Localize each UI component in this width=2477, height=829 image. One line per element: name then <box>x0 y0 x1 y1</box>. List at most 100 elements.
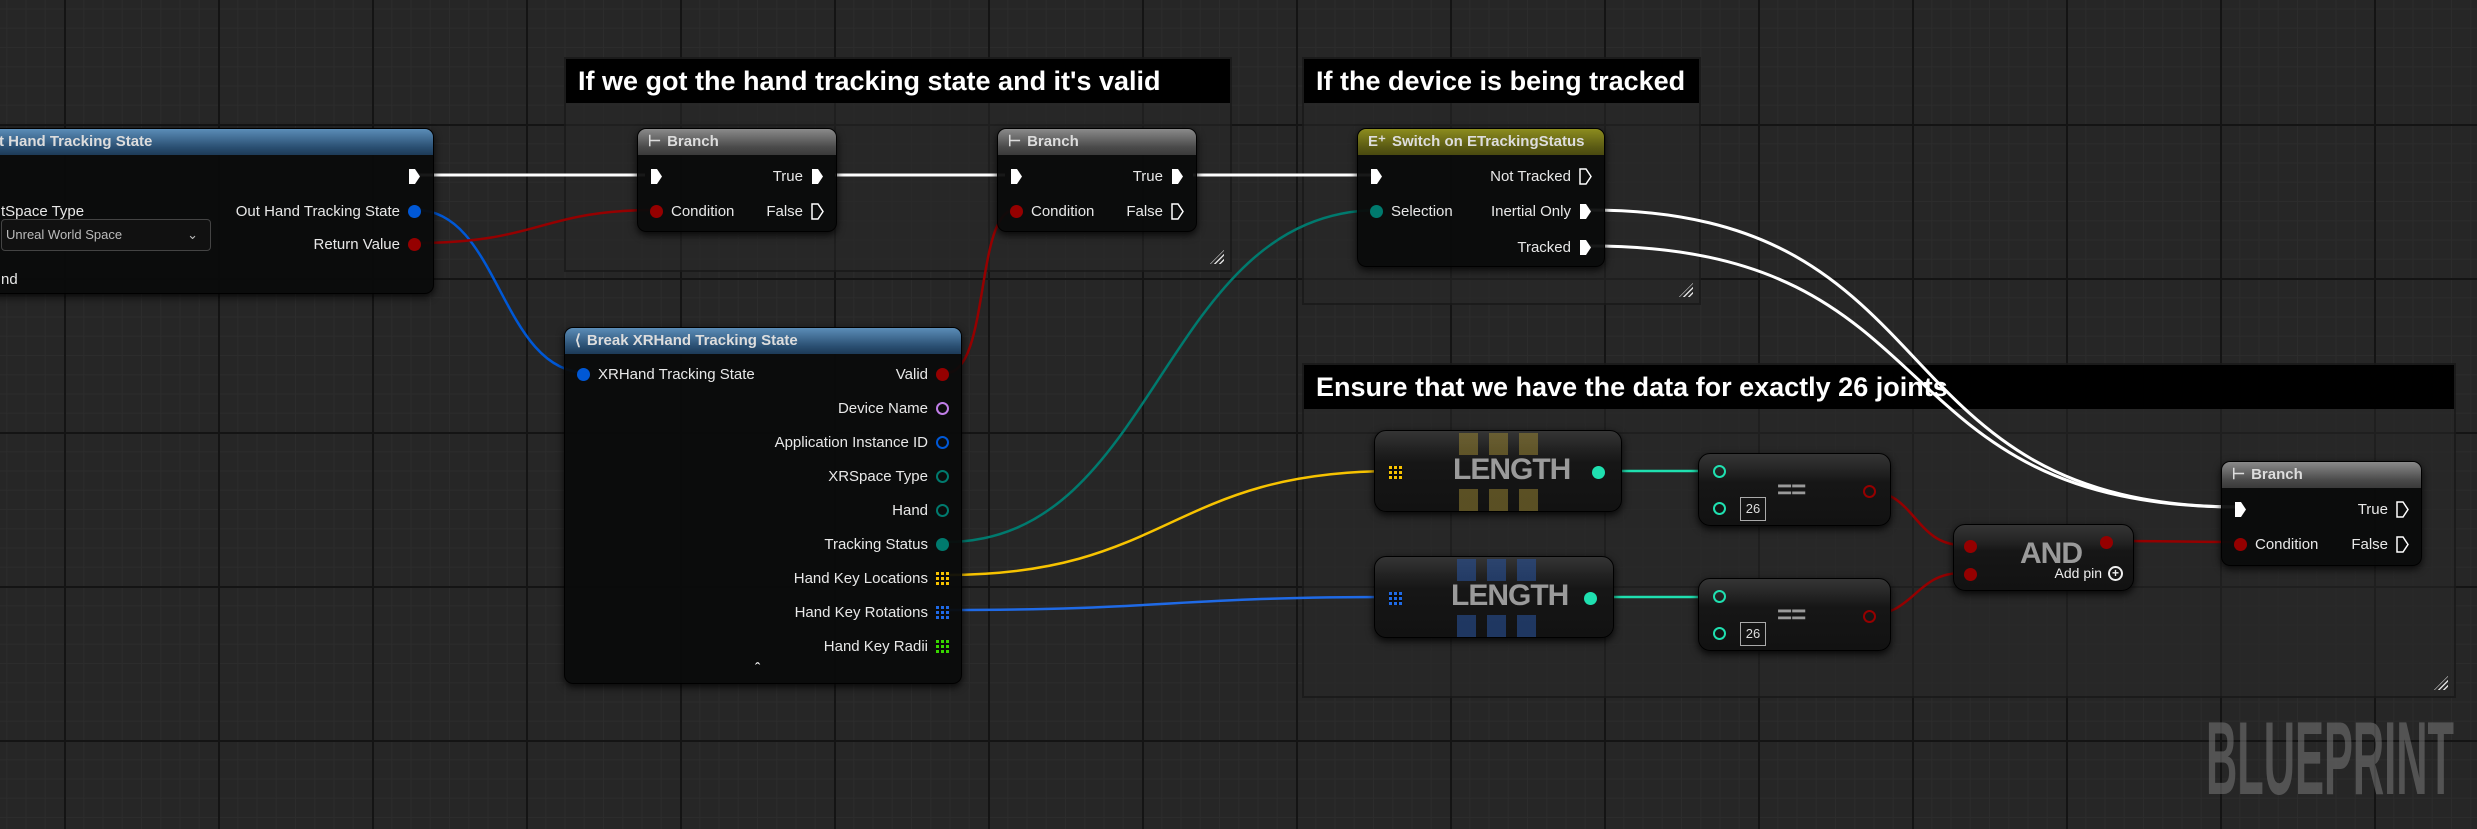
int-out-pin[interactable] <box>1592 466 1605 479</box>
length-node-2[interactable]: LENGTH <box>1374 556 1614 638</box>
node-header: ⊢ Branch <box>998 129 1196 155</box>
valid-pin[interactable] <box>936 367 949 381</box>
hand-pin[interactable] <box>936 503 949 517</box>
switch-on-tracking-status-node[interactable]: E⁺ Switch on ETrackingStatus Not Tracked … <box>1357 128 1605 267</box>
int-b-pin[interactable] <box>1713 627 1726 640</box>
branch-node-3[interactable]: ⊢ Branch True Condition False <box>2221 461 2422 566</box>
condition-pin[interactable] <box>1010 204 1023 218</box>
int-out-pin[interactable] <box>1584 592 1597 605</box>
node-header: ⊢ Branch <box>2222 462 2421 488</box>
false-label: False <box>766 202 803 220</box>
resize-handle-icon[interactable] <box>1210 250 1224 264</box>
node-title: Break XRHand Tracking State <box>586 332 798 349</box>
struct-in-pin[interactable] <box>577 367 590 381</box>
selection-pin[interactable] <box>1370 204 1383 218</box>
hand-key-rotations-array-pin[interactable] <box>936 605 949 619</box>
add-pin-button[interactable]: Add pin + <box>2055 565 2123 581</box>
collapse-chevron-up-icon[interactable]: ˆ <box>755 661 760 679</box>
exec-out-pin[interactable] <box>408 168 421 185</box>
resize-handle-icon[interactable] <box>1679 283 1693 297</box>
hand-key-radii-array-pin[interactable] <box>936 639 949 653</box>
hand-key-radii-label: Hand Key Radii <box>823 637 928 655</box>
length-label: LENGTH <box>1451 579 1569 612</box>
valid-label: Valid <box>895 365 928 383</box>
comment-title: If we got the hand tracking state and it… <box>566 59 1230 103</box>
exec-in-pin[interactable] <box>1010 168 1023 185</box>
length-node-1[interactable]: LENGTH <box>1374 430 1622 512</box>
inertial-only-label: Inertial Only <box>1490 202 1571 220</box>
equal-node-2[interactable]: 26 == <box>1698 578 1891 651</box>
exec-false-pin[interactable] <box>811 202 824 220</box>
break-struct-icon: ⟨ <box>575 332 581 349</box>
int-b-pin[interactable] <box>1713 502 1726 515</box>
true-label: True <box>2357 500 2388 518</box>
int-a-pin[interactable] <box>1713 465 1726 478</box>
exec-not-tracked-pin[interactable] <box>1579 167 1592 185</box>
xrspace-type-label: XRSpace Type <box>828 467 928 485</box>
array-in-pin[interactable] <box>1389 592 1402 605</box>
plus-circle-icon: + <box>2108 565 2123 581</box>
add-pin-label: Add pin <box>2054 565 2102 581</box>
exec-true-pin[interactable] <box>811 168 824 185</box>
branch-node-2[interactable]: ⊢ Branch True Condition False <box>997 128 1197 232</box>
xrspace-type-pin[interactable] <box>936 469 949 483</box>
array-in-pin[interactable] <box>1389 466 1402 479</box>
selection-label: Selection <box>1391 202 1453 220</box>
b-value-input[interactable]: 26 <box>1740 497 1766 521</box>
condition-pin[interactable] <box>2234 537 2247 551</box>
bool-out-pin[interactable] <box>1863 485 1876 498</box>
length-label: LENGTH <box>1453 453 1571 486</box>
tracking-status-label: Tracking Status <box>824 535 928 553</box>
space-type-label: tSpace Type <box>1 202 85 220</box>
exec-inertial-only-pin[interactable] <box>1579 203 1592 220</box>
node-title: Branch <box>1027 133 1079 150</box>
get-hand-tracking-state-node[interactable]: t Hand Tracking State tSpace Type Out Ha… <box>0 128 434 294</box>
application-instance-id-pin[interactable] <box>936 435 949 449</box>
condition-label: Condition <box>671 202 735 220</box>
condition-label: Condition <box>1031 202 1095 220</box>
bool-in-pin-b[interactable] <box>1964 568 1977 581</box>
blueprint-watermark: BLUEPRINT <box>2206 712 2454 802</box>
bool-in-pin-a[interactable] <box>1964 540 1977 553</box>
comment-title: If the device is being tracked <box>1304 59 1699 103</box>
exec-tracked-pin[interactable] <box>1579 239 1592 256</box>
struct-pin[interactable] <box>408 204 421 218</box>
tracking-status-pin[interactable] <box>936 537 949 551</box>
bool-pin[interactable] <box>408 237 421 251</box>
device-name-pin[interactable] <box>936 401 949 415</box>
bool-out-pin[interactable] <box>1863 610 1876 623</box>
application-instance-id-label: Application Instance ID <box>774 433 928 451</box>
b-value-input[interactable]: 26 <box>1740 622 1766 646</box>
node-header: ⊢ Branch <box>638 129 836 155</box>
exec-false-pin[interactable] <box>2396 535 2409 553</box>
branch-icon: ⊢ <box>1008 133 1022 150</box>
node-title: Branch <box>2251 466 2303 483</box>
hand-key-locations-array-pin[interactable] <box>936 571 949 585</box>
exec-true-pin[interactable] <box>2396 500 2409 518</box>
branch-node-1[interactable]: ⊢ Branch True Condition False <box>637 128 837 232</box>
node-title: Branch <box>667 133 719 150</box>
return-value-label: Return Value <box>313 235 400 253</box>
condition-pin[interactable] <box>650 204 663 218</box>
false-label: False <box>1126 202 1163 220</box>
condition-label: Condition <box>2255 535 2319 553</box>
node-title: t Hand Tracking State <box>0 133 153 150</box>
false-label: False <box>2351 535 2388 553</box>
blueprint-watermark-text: BLUEPRINT <box>2206 712 2454 802</box>
exec-true-pin[interactable] <box>1171 168 1184 185</box>
equal-operator: == <box>1777 599 1806 629</box>
switch-enum-icon: E⁺ <box>1368 133 1386 150</box>
bool-out-pin[interactable] <box>2100 536 2113 549</box>
break-xrhand-tracking-state-node[interactable]: ⟨ Break XRHand Tracking State XRHand Trac… <box>564 327 962 684</box>
exec-in-pin[interactable] <box>1370 168 1383 185</box>
equal-node-1[interactable]: 26 == <box>1698 453 1891 526</box>
int-a-pin[interactable] <box>1713 590 1726 603</box>
exec-in-pin[interactable] <box>650 168 663 185</box>
hand-label: nd <box>1 270 18 288</box>
exec-false-pin[interactable] <box>1171 202 1184 220</box>
device-name-label: Device Name <box>837 399 928 417</box>
struct-wire <box>415 208 589 375</box>
exec-in-pin[interactable] <box>2234 501 2247 518</box>
resize-handle-icon[interactable] <box>2434 676 2448 690</box>
and-node[interactable]: AND Add pin + <box>1953 524 2134 591</box>
